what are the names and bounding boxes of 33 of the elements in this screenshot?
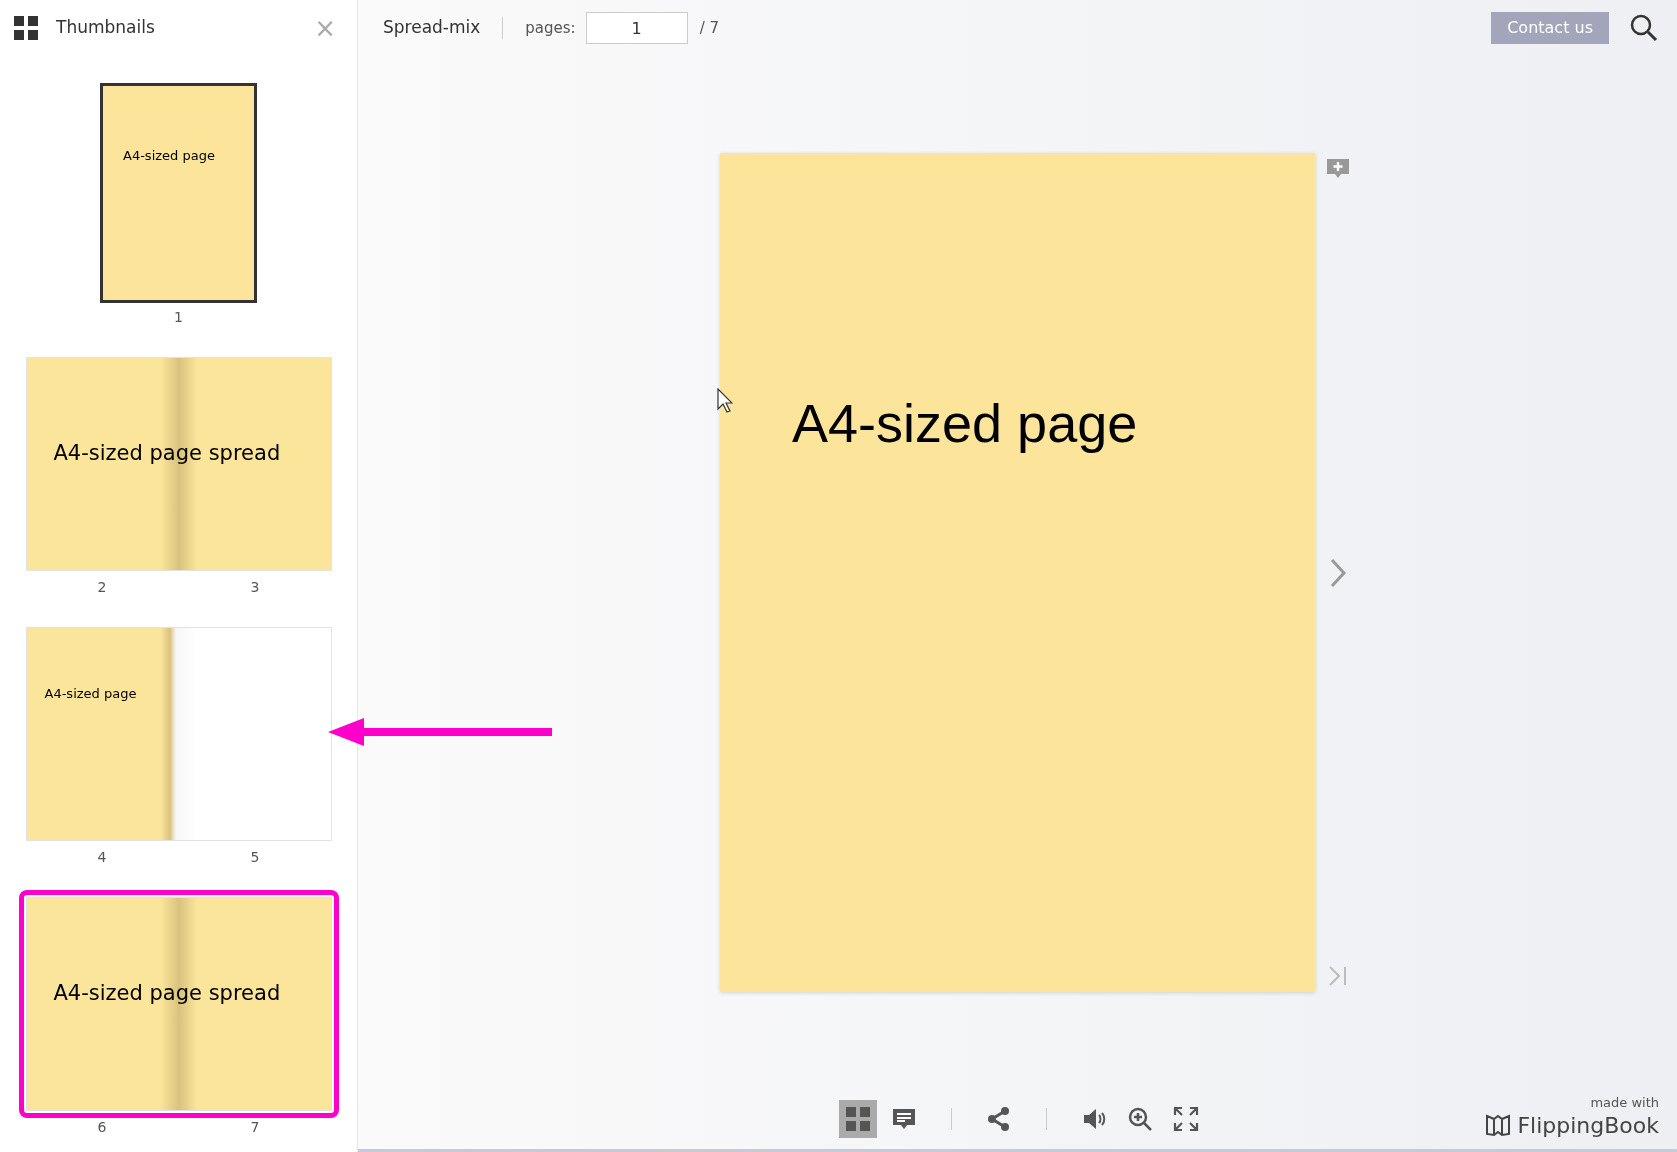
- fullscreen-icon: [1173, 1105, 1199, 1132]
- page-number: 3: [250, 578, 260, 597]
- spread-thumbnail[interactable]: A4-sized page spread: [25, 357, 332, 571]
- grid-icon: [13, 15, 39, 41]
- next-page-icon[interactable]: [1329, 556, 1347, 589]
- page-number: 7: [250, 1118, 260, 1137]
- book-logo-icon: [1485, 1113, 1512, 1137]
- grid-icon: [845, 1105, 871, 1132]
- page-text: A4-sized page: [792, 393, 1138, 453]
- page-number: 5: [250, 848, 260, 867]
- branding-caption: made with: [1590, 1095, 1659, 1109]
- page-thumbnail[interactable]: A4-sized page: [100, 83, 257, 303]
- document-title: Spread-mix: [383, 16, 481, 40]
- page-number: 6: [97, 1118, 107, 1137]
- page-number: 1: [174, 308, 183, 327]
- spread-thumbnail[interactable]: A4-sized page spread: [25, 897, 332, 1111]
- branding-name: FlippingBook: [1517, 1111, 1659, 1140]
- thumbnail-text: A4-sized page: [44, 685, 137, 703]
- toolbar-button[interactable]: [839, 1099, 877, 1138]
- thumbnail-text: A4-sized page: [123, 147, 215, 165]
- thumbnail-text: A4-sized page spread: [53, 980, 281, 1007]
- share-icon: [986, 1105, 1012, 1132]
- page-input[interactable]: 1: [585, 12, 688, 44]
- page-total: / 7: [699, 17, 720, 39]
- cursor-icon: [717, 388, 733, 414]
- thumbnail-text: A4-sized page spread: [53, 440, 281, 467]
- search-icon[interactable]: [1629, 13, 1659, 43]
- page-thumbnail[interactable]: A4-sized page: [25, 627, 332, 841]
- page-number: 4: [97, 848, 107, 867]
- pages-label: pages:: [525, 17, 576, 39]
- page-number: 2: [97, 578, 107, 597]
- zoom-in-icon: [1127, 1105, 1153, 1132]
- sidebar-title: Thumbnails: [56, 16, 156, 40]
